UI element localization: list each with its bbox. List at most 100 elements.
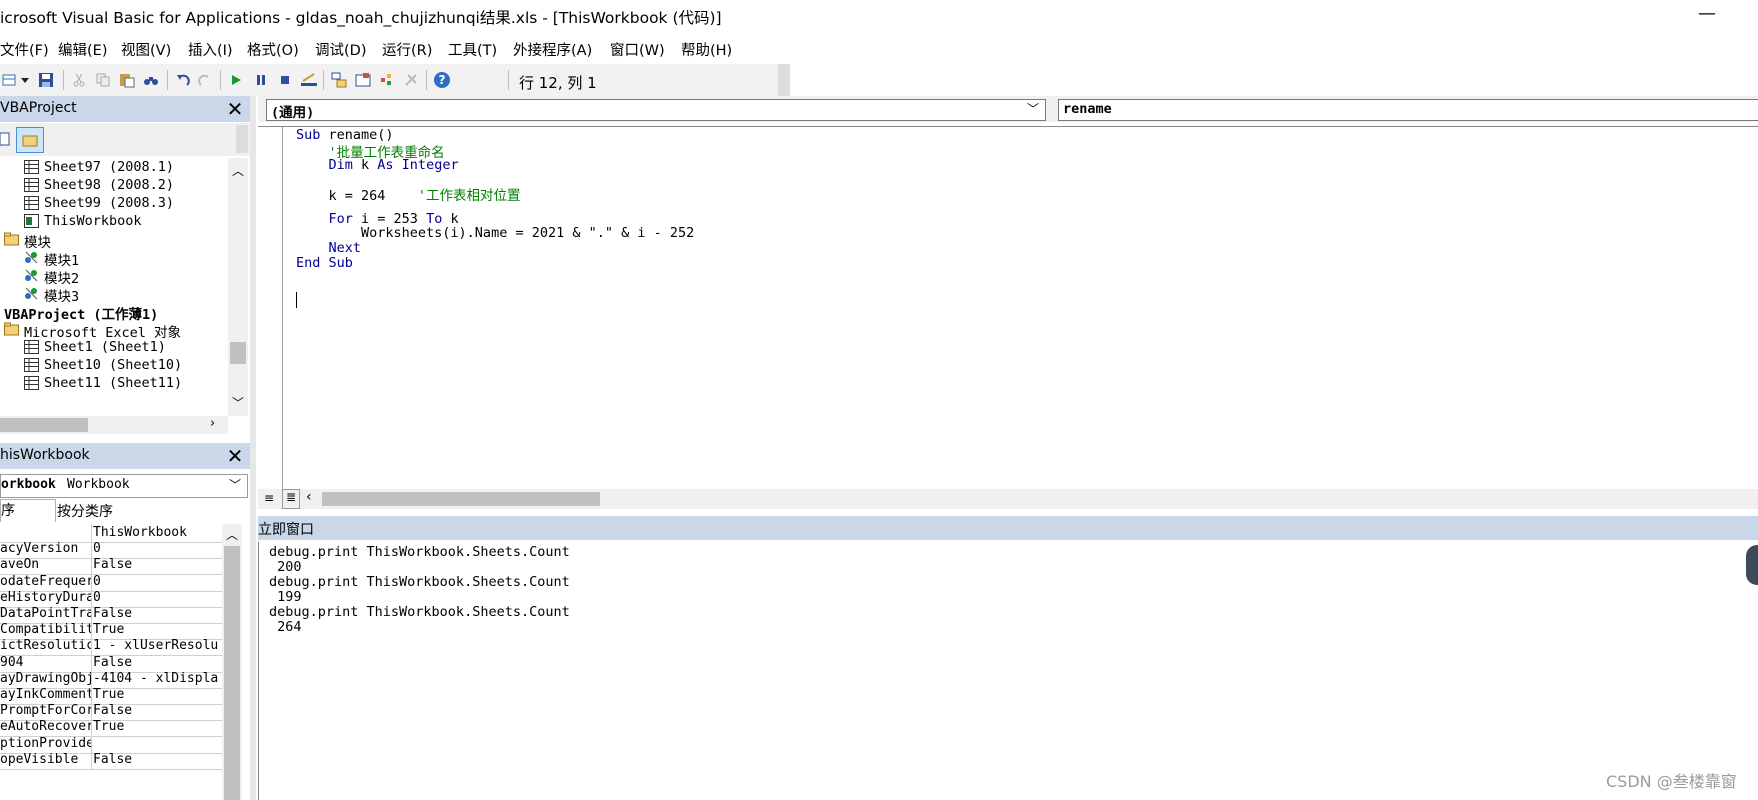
property-value[interactable]: 0 (93, 590, 222, 605)
object-selector[interactable]: orkbook Workbook ﹀ (0, 474, 248, 498)
folder-icon (4, 322, 19, 336)
code-line: Worksheets(i).Name = 2021 & "." & i - 25… (296, 225, 695, 241)
scroll-thumb[interactable] (230, 342, 246, 364)
scroll-thumb[interactable] (224, 546, 240, 800)
pane-splitter[interactable] (250, 96, 256, 800)
redo-icon[interactable] (196, 71, 214, 89)
scroll-up-icon[interactable]: ︿ (232, 162, 244, 179)
property-value[interactable]: False (93, 752, 222, 767)
run-icon[interactable] (227, 71, 245, 89)
property-value[interactable]: ThisWorkbook (93, 525, 222, 540)
view-code-icon[interactable] (0, 131, 10, 151)
scroll-up-icon[interactable]: ︿ (226, 526, 238, 543)
code-line: Dim k As Integer (296, 157, 459, 173)
immediate-line: 200 (269, 559, 302, 575)
design-mode-icon[interactable] (300, 71, 318, 89)
close-icon[interactable]: ✕ (224, 98, 246, 120)
help-icon[interactable]: ? (433, 71, 451, 89)
immediate-line: 199 (269, 589, 302, 605)
property-name: ptionProvide (0, 735, 91, 751)
menu-tools[interactable]: 工具(T) (448, 39, 497, 60)
properties-vertical-scrollbar[interactable]: ︿ (222, 524, 242, 800)
tree-item-label: Sheet11 (Sheet11) (44, 375, 183, 391)
folder-icon (4, 232, 19, 246)
project-tree: Sheet97 (2008.1) Sheet98 (2008.2) Sheet99 … (0, 158, 228, 416)
full-module-view-icon[interactable]: ≣ (282, 489, 300, 509)
properties-icon[interactable] (354, 71, 372, 89)
property-value[interactable]: -4104 - xlDispla (93, 671, 222, 686)
object-browser-icon[interactable] (378, 71, 396, 89)
property-value[interactable]: False (93, 655, 222, 670)
save-icon[interactable] (37, 71, 55, 89)
chevron-down-icon[interactable]: ﹀ (1027, 100, 1039, 117)
reset-icon[interactable] (276, 71, 294, 89)
dropdown-icon[interactable] (16, 71, 34, 89)
property-value[interactable]: 0 (93, 541, 222, 556)
module-icon (24, 286, 39, 300)
object-combo[interactable]: (通用) ﹀ (266, 99, 1046, 121)
break-icon[interactable] (252, 71, 270, 89)
project-horizontal-scrollbar[interactable]: › (0, 416, 228, 434)
cut-icon[interactable] (70, 71, 88, 89)
tree-item-label: Sheet10 (Sheet10) (44, 357, 183, 373)
code-margin[interactable] (258, 127, 283, 489)
chevron-down-icon[interactable]: ﹀ (229, 476, 241, 493)
immediate-line: debug.print ThisWorkbook.Sheets.Count (269, 574, 570, 590)
immediate-window[interactable]: debug.print ThisWorkbook.Sheets.Count 20… (258, 542, 1758, 800)
property-name: 904 (0, 654, 24, 670)
tab-alphabetic[interactable]: 序 (0, 499, 56, 522)
sheet-icon (24, 196, 39, 210)
close-icon[interactable]: ✕ (224, 445, 246, 467)
menu-run[interactable]: 运行(R) (382, 39, 432, 60)
toolbox-icon[interactable] (402, 71, 420, 89)
property-value[interactable]: False (93, 557, 222, 572)
scroll-down-icon[interactable]: ﹀ (232, 394, 244, 411)
code-line: k = 264 '工作表相对位置 (296, 188, 521, 204)
menu-insert[interactable]: 插入(I) (188, 39, 233, 60)
module-icon (24, 268, 39, 282)
hscroll-thumb[interactable] (0, 418, 88, 432)
property-value[interactable]: False (93, 703, 222, 718)
project-vertical-scrollbar[interactable]: ︿ ﹀ (228, 158, 248, 416)
menu-view[interactable]: 视图(V) (121, 39, 171, 60)
property-value[interactable]: True (93, 622, 222, 637)
immediate-window-title: 立即窗口 (258, 522, 314, 538)
toggle-folders-icon[interactable] (16, 127, 44, 153)
menu-help[interactable]: 帮助(H) (681, 39, 732, 60)
undo-icon[interactable] (174, 71, 192, 89)
procedure-combo[interactable]: rename (1058, 99, 1758, 121)
property-value[interactable]: True (93, 719, 222, 734)
scroll-left-icon[interactable]: ‹ (306, 489, 312, 505)
menu-addins[interactable]: 外接程序(A) (513, 39, 592, 60)
code-editor[interactable]: Sub rename() '批量工作表重命名 Dim k As Integer … (258, 126, 1758, 489)
property-row[interactable]: opeVisible False (0, 750, 222, 770)
paste-icon[interactable] (118, 71, 136, 89)
project-explorer-icon[interactable] (330, 71, 348, 89)
menu-window[interactable]: 窗口(W) (610, 39, 665, 60)
find-icon[interactable] (142, 71, 160, 89)
property-name: DataPointTra (0, 606, 91, 621)
tree-item-label: Sheet99 (2008.3) (44, 195, 175, 211)
hscroll-thumb[interactable] (322, 492, 600, 506)
tab-categorized[interactable]: 按分类序 (57, 501, 113, 521)
minimize-button[interactable]: — (1690, 0, 1724, 30)
property-value[interactable]: False (93, 606, 222, 621)
property-name: opeVisible (0, 751, 79, 767)
copy-icon[interactable] (94, 71, 112, 89)
toolbar-grip[interactable] (236, 125, 248, 153)
property-value[interactable]: 0 (93, 574, 222, 589)
scroll-right-icon[interactable]: › (210, 416, 215, 431)
module-icon (24, 250, 39, 264)
menu-file[interactable]: 文件(F) (0, 39, 49, 60)
menu-format[interactable]: 格式(O) (247, 39, 299, 60)
immediate-line: 264 (269, 619, 302, 635)
property-name: ayDrawingObj (0, 670, 91, 686)
menu-edit[interactable]: 编辑(E) (58, 39, 107, 60)
property-value[interactable]: True (93, 687, 222, 702)
procedure-view-icon[interactable]: ≡ (264, 491, 274, 505)
sheet-icon (24, 178, 39, 192)
toolbar-overflow-grip[interactable] (778, 64, 790, 96)
floating-widget[interactable] (1746, 545, 1758, 585)
menu-debug[interactable]: 调试(D) (315, 39, 366, 60)
property-value[interactable]: 1 - xlUserResolu (93, 638, 222, 653)
